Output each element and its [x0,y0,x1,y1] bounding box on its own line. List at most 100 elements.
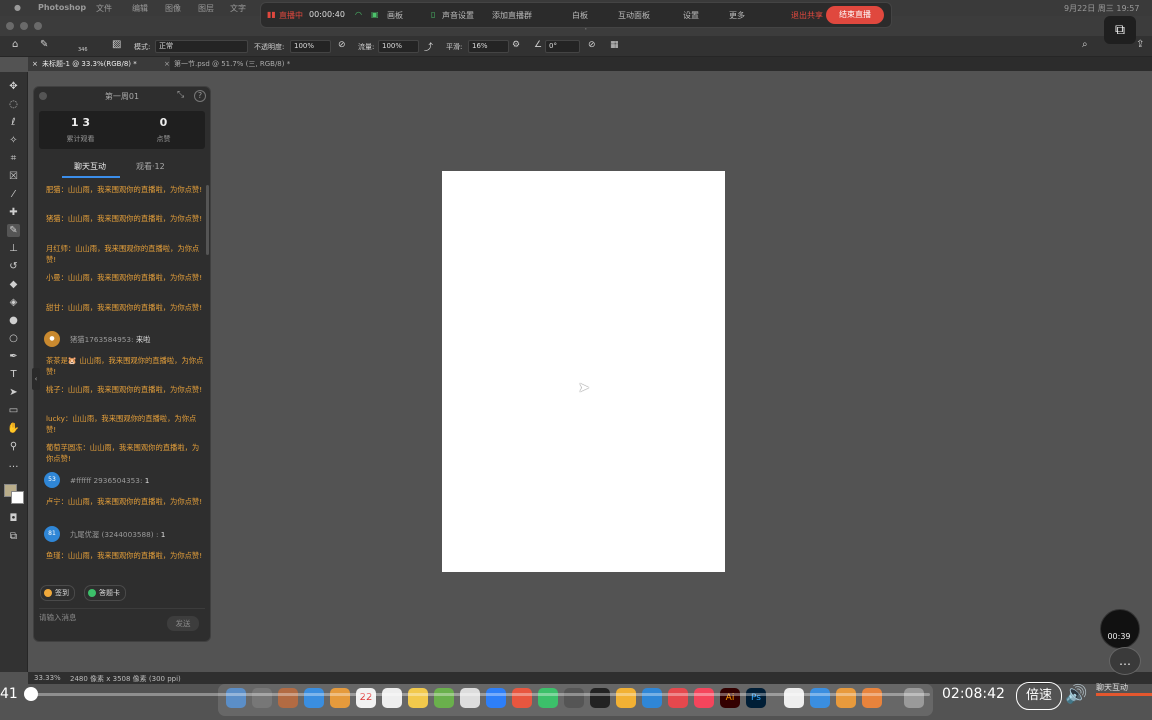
menu-edit[interactable]: 编辑 [132,3,148,14]
illustrator-icon[interactable]: Ai [720,688,740,708]
settings-icon[interactable] [564,688,584,708]
freeform-icon[interactable] [460,688,480,708]
pen-tool-icon[interactable]: ✒ [7,350,20,363]
blur-tool-icon[interactable]: ○ [7,332,20,345]
livebar-exit-share[interactable]: 退出共享 [791,10,823,21]
close-icon[interactable]: × [32,57,38,71]
menu-file[interactable]: 文件 [96,3,112,14]
paint-bucket-icon[interactable]: ◈ [7,296,20,309]
chat-input[interactable]: 请输入消息 [39,612,77,623]
qq-icon[interactable] [590,688,610,708]
danmu-label[interactable]: 聊天互动 [1096,682,1128,693]
zoom-level[interactable]: 33.33% [34,674,61,682]
close-icon[interactable]: × [164,57,170,71]
tab-untitled-1[interactable]: × 未标题-1 @ 33.3%(RGB/8) * [28,57,170,71]
brush-tool-icon[interactable]: ✎ [40,39,48,50]
type-tool-icon[interactable]: T [7,368,20,381]
panel-collapse-handle[interactable]: ‹ [32,368,40,390]
livebar-item-interact[interactable]: 互动面板 [618,10,650,21]
magic-wand-icon[interactable]: ✧ [7,134,20,147]
notes-icon[interactable] [408,688,428,708]
marquee-tool-icon[interactable]: ◌ [7,98,20,111]
livebar-item-settings[interactable]: 设置 [683,10,699,21]
menu-layer[interactable]: 图层 [198,3,214,14]
app-icon[interactable] [862,688,882,708]
zoom-tool-icon[interactable]: ⚲ [7,440,20,453]
screen-rotate-button[interactable]: ⧉ [1104,16,1136,44]
menu-image[interactable]: 图像 [165,3,181,14]
collapse-icon[interactable]: ⤡ [177,90,184,100]
history-brush-icon[interactable]: ↺ [7,260,20,273]
app-icon[interactable] [836,688,856,708]
livebar-item-group[interactable]: 添加直播群 [492,10,532,21]
flow-input[interactable]: 100% [378,40,419,53]
finder-icon[interactable] [226,688,246,708]
apple-icon[interactable]: ● [14,3,21,12]
dodge-tool-icon[interactable]: ● [7,314,20,327]
mic-icon[interactable]: ▯ [431,10,435,19]
video-progress-track[interactable] [26,693,930,696]
timer-widget[interactable] [1100,609,1140,649]
brush-size[interactable]: 346 [78,47,88,53]
livebar-item-audio[interactable]: 声音设置 [442,10,474,21]
close-window-button[interactable] [6,22,14,30]
calculator-icon[interactable] [252,688,272,708]
minimize-window-button[interactable] [20,22,28,30]
photos-icon[interactable] [512,688,532,708]
symmetry-icon[interactable]: ▦ [610,40,619,50]
tab-section-1[interactable]: × 第一节.psd @ 51.7% (三, RGB/8) * [160,57,324,71]
music-icon[interactable] [694,688,714,708]
camera-icon[interactable]: ▣ [371,10,379,19]
quick-mask-icon[interactable]: ◘ [7,512,20,525]
eyedropper-icon[interactable]: ⁄ [7,188,20,201]
wechat-icon[interactable] [538,688,558,708]
home-icon[interactable]: ⌂ [12,39,18,50]
zoom-window-button[interactable] [34,22,42,30]
document-info[interactable]: 2480 像素 x 3508 像素 (300 ppi) [70,674,181,684]
crop-tool-icon[interactable]: ⌗ [7,152,20,165]
app-icon[interactable] [784,688,804,708]
search-icon[interactable]: ⌕ [1082,39,1088,50]
video-progress-knob[interactable] [24,687,38,701]
trash-icon[interactable] [904,688,924,708]
chat-bubble-icon[interactable]: … [1109,647,1141,675]
app-menu[interactable]: Photoshop [38,3,86,12]
opacity-input[interactable]: 100% [290,40,331,53]
netease-music-icon[interactable] [668,688,688,708]
app-icon[interactable] [810,688,830,708]
screen-mode-icon[interactable]: ⧉ [7,530,20,543]
livebar-item-more[interactable]: 更多 [729,10,745,21]
answer-card-button[interactable]: 答题卡 [84,585,126,601]
livebar-item-board[interactable]: 画板 [387,10,403,21]
share-icon[interactable]: ⇪ [1136,39,1144,50]
path-select-icon[interactable]: ➤ [7,386,20,399]
menu-type[interactable]: 文字 [230,3,246,14]
calendar-icon[interactable]: 22 [356,688,376,708]
playback-speed-button[interactable]: 倍速 [1016,682,1062,710]
eraser-tool-icon[interactable]: ◆ [7,278,20,291]
more-tools-icon[interactable]: … [7,458,20,471]
lasso-tool-icon[interactable]: ℓ [7,116,20,129]
mode-select[interactable]: 正常 [155,40,248,53]
pressure-size-icon[interactable]: ⊘ [588,40,596,50]
maps-icon[interactable] [434,688,454,708]
volume-icon[interactable]: 🔊 [1065,684,1087,705]
app-store-icon[interactable] [486,688,506,708]
feishu-icon[interactable] [642,688,662,708]
tab-viewers[interactable]: 观看·12 [136,161,165,172]
reminders-icon[interactable] [382,688,402,708]
end-live-button[interactable]: 结束直播 [826,6,884,24]
photoshop-icon[interactable]: Ps [746,688,766,708]
background-color-swatch[interactable] [11,491,24,504]
checkin-button[interactable]: 签到 [40,585,75,601]
stamp-tool-icon[interactable]: ⊥ [7,242,20,255]
brush-settings-icon[interactable]: ▨ [112,39,121,50]
chrome-icon[interactable] [616,688,636,708]
livebar-item-whiteboard[interactable]: 白板 [572,10,588,21]
frame-tool-icon[interactable]: ☒ [7,170,20,183]
books-icon[interactable] [330,688,350,708]
help-icon[interactable]: ? [194,90,206,102]
angle-input[interactable]: 0° [545,40,580,53]
rectangle-tool-icon[interactable]: ▭ [7,404,20,417]
send-button[interactable]: 发送 [167,616,199,631]
